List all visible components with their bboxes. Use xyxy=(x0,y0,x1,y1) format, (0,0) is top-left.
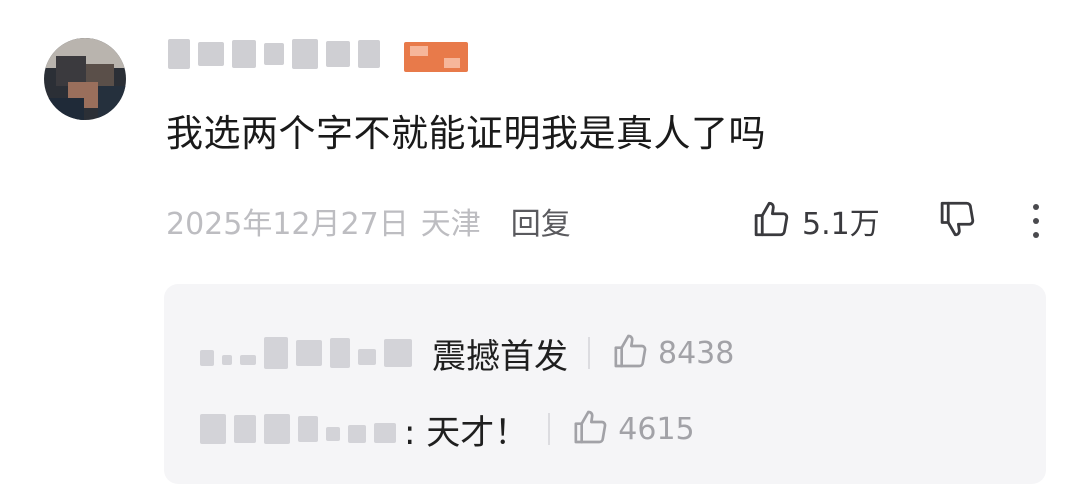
more-options-button[interactable] xyxy=(1018,196,1054,246)
reply-like-button[interactable]: 8438 xyxy=(610,331,734,375)
username-blur xyxy=(198,42,224,66)
reply-item[interactable]: 震撼首发 8438 xyxy=(200,328,734,378)
username-blur xyxy=(292,39,318,69)
replies-panel: 震撼首发 8438 : 天才！ 4615 xyxy=(164,284,1046,484)
avatar[interactable] xyxy=(44,38,126,120)
thumbs-up-icon xyxy=(570,407,610,451)
username[interactable] xyxy=(168,36,388,72)
username-blur xyxy=(264,43,284,65)
reply-text: : 天才！ xyxy=(404,412,529,453)
reply-like-count: 8438 xyxy=(658,335,735,371)
level-badge xyxy=(404,42,468,72)
vertical-ellipsis-icon xyxy=(1033,218,1039,224)
reply-button[interactable]: 回复 xyxy=(511,199,571,243)
like-button[interactable]: 5.1万 xyxy=(750,196,880,246)
reply-username[interactable] xyxy=(200,337,420,369)
comment-location: 天津 xyxy=(420,207,481,242)
reply-like-count: 4615 xyxy=(618,411,695,447)
avatar-mosaic-tile xyxy=(44,98,84,120)
dislike-button[interactable] xyxy=(932,196,982,246)
vertical-ellipsis-icon xyxy=(1033,204,1039,210)
reply-text: 震撼首发 xyxy=(432,336,568,377)
divider xyxy=(548,413,551,445)
divider xyxy=(588,337,590,369)
comment-meta: 2025年12月27日 天津 回复 xyxy=(166,198,571,244)
thumbs-down-icon xyxy=(936,198,978,244)
thumbs-up-icon xyxy=(750,198,792,244)
reply-item[interactable]: : 天才！ 4615 xyxy=(200,404,695,454)
username-blur xyxy=(168,39,190,69)
comment-text: 我选两个字不就能证明我是真人了吗 xyxy=(166,112,766,155)
username-blur xyxy=(358,40,380,68)
thumbs-up-icon xyxy=(610,331,650,375)
reply-username[interactable] xyxy=(200,414,404,444)
vertical-ellipsis-icon xyxy=(1033,232,1039,238)
username-blur xyxy=(232,40,256,68)
reply-like-button[interactable]: 4615 xyxy=(570,407,695,451)
like-count: 5.1万 xyxy=(802,207,880,242)
avatar-mosaic-tile xyxy=(98,86,126,120)
username-blur xyxy=(326,41,350,67)
comment-date: 2025年12月27日 xyxy=(166,207,409,242)
